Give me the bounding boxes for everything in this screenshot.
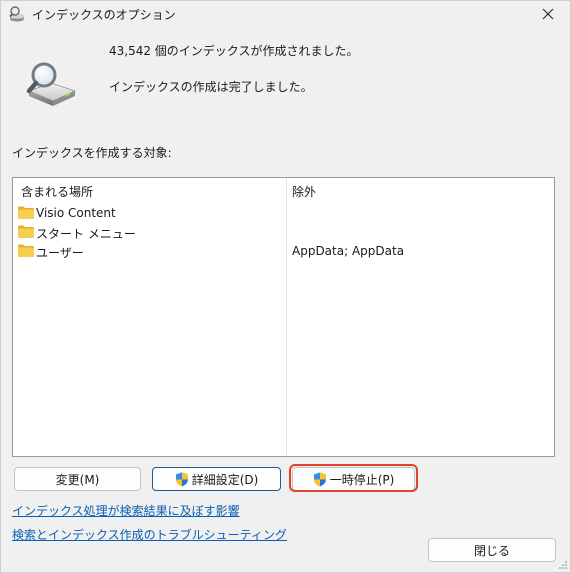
pause-button-label: 一時停止(P): [329, 472, 395, 487]
column-header-included[interactable]: 含まれる場所: [21, 183, 93, 200]
location-name: ユーザー: [36, 246, 84, 260]
list-item[interactable]: スタート メニュー: [13, 223, 554, 241]
indexing-impact-link[interactable]: インデックス処理が検索結果に及ぼす影響: [12, 502, 240, 519]
column-header-excluded[interactable]: 除外: [292, 183, 316, 200]
folder-icon: [18, 225, 34, 238]
list-item[interactable]: ユーザー AppData; AppData: [13, 242, 554, 260]
pause-button[interactable]: 一時停止(P): [292, 467, 415, 491]
close-icon: [542, 8, 554, 20]
troubleshoot-link[interactable]: 検索とインデックス作成のトラブルシューティング: [12, 526, 287, 543]
location-name: Visio Content: [36, 206, 116, 220]
window-title: インデックスのオプション: [32, 8, 176, 22]
index-status-text: インデックスの作成は完了しました。: [109, 80, 313, 94]
modify-button[interactable]: 変更(M): [14, 467, 141, 491]
close-window-button[interactable]: [534, 2, 562, 26]
indexing-options-window: インデックスのオプション 43,542 個のインデックスが作成されました。 イン…: [0, 0, 571, 573]
title-bar: インデックスのオプション: [1, 1, 570, 27]
uac-shield-icon: [313, 472, 326, 486]
location-name: スタート メニュー: [36, 227, 136, 241]
search-drive-icon: [9, 6, 24, 22]
magnifier-drive-icon: [26, 62, 77, 106]
folder-icon: [18, 244, 34, 257]
advanced-button-label: 詳細設定(D): [191, 472, 259, 487]
index-count-text: 43,542 個のインデックスが作成されました。: [109, 44, 359, 58]
folder-icon: [18, 206, 34, 219]
uac-shield-icon: [175, 472, 188, 486]
close-button[interactable]: 閉じる: [428, 538, 556, 562]
indexed-locations-label: インデックスを作成する対象:: [12, 146, 172, 160]
location-exclusions: AppData; AppData: [292, 244, 405, 258]
indexed-locations-list[interactable]: 含まれる場所 除外 Visio Content スタート メニュー ユーザー A…: [12, 177, 555, 457]
resize-grip-icon[interactable]: [558, 560, 568, 570]
modify-button-label: 変更(M): [55, 472, 100, 487]
list-item[interactable]: Visio Content: [13, 204, 554, 222]
close-button-label: 閉じる: [473, 543, 510, 558]
advanced-button[interactable]: 詳細設定(D): [152, 467, 281, 491]
